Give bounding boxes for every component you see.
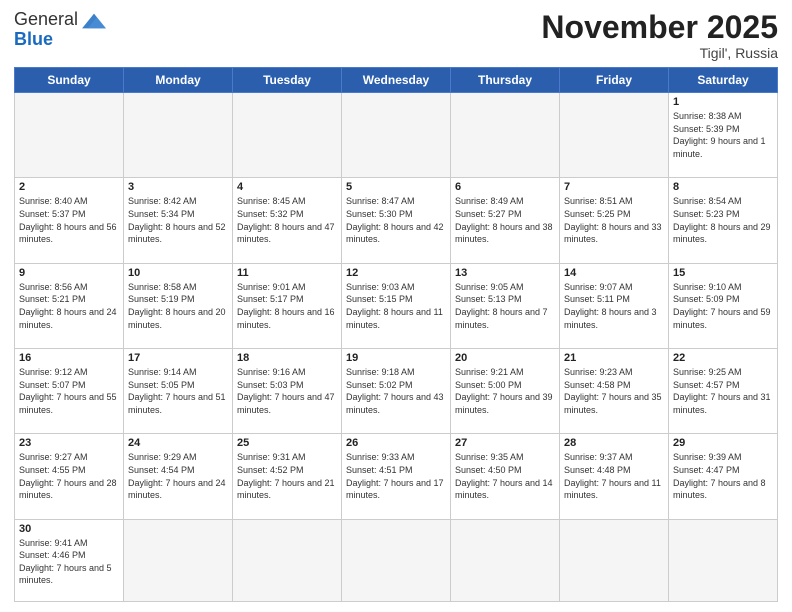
week-row-6: 30 Sunrise: 9:41 AM Sunset: 4:46 PM Dayl…: [15, 519, 778, 601]
day-26: 26 Sunrise: 9:33 AM Sunset: 4:51 PM Dayl…: [342, 434, 451, 519]
day-21: 21 Sunrise: 9:23 AM Sunset: 4:58 PM Dayl…: [560, 349, 669, 434]
empty-cell: [15, 93, 124, 178]
general-blue-icon: [80, 10, 108, 32]
empty-cell: [669, 519, 778, 601]
week-row-4: 16 Sunrise: 9:12 AM Sunset: 5:07 PM Dayl…: [15, 349, 778, 434]
day-11: 11 Sunrise: 9:01 AM Sunset: 5:17 PM Dayl…: [233, 263, 342, 348]
day-25: 25 Sunrise: 9:31 AM Sunset: 4:52 PM Dayl…: [233, 434, 342, 519]
day-14: 14 Sunrise: 9:07 AM Sunset: 5:11 PM Dayl…: [560, 263, 669, 348]
empty-cell: [560, 519, 669, 601]
month-title: November 2025: [541, 10, 778, 45]
empty-cell: [560, 93, 669, 178]
day-2: 2 Sunrise: 8:40 AM Sunset: 5:37 PM Dayli…: [15, 178, 124, 263]
day-22: 22 Sunrise: 9:25 AM Sunset: 4:57 PM Dayl…: [669, 349, 778, 434]
day-28: 28 Sunrise: 9:37 AM Sunset: 4:48 PM Dayl…: [560, 434, 669, 519]
day-9: 9 Sunrise: 8:56 AM Sunset: 5:21 PM Dayli…: [15, 263, 124, 348]
header-monday: Monday: [124, 68, 233, 93]
day-4: 4 Sunrise: 8:45 AM Sunset: 5:32 PM Dayli…: [233, 178, 342, 263]
empty-cell: [451, 93, 560, 178]
day-3: 3 Sunrise: 8:42 AM Sunset: 5:34 PM Dayli…: [124, 178, 233, 263]
title-block: November 2025 Tigil', Russia: [541, 10, 778, 61]
header-saturday: Saturday: [669, 68, 778, 93]
calendar-table: Sunday Monday Tuesday Wednesday Thursday…: [14, 67, 778, 602]
week-row-3: 9 Sunrise: 8:56 AM Sunset: 5:21 PM Dayli…: [15, 263, 778, 348]
day-16: 16 Sunrise: 9:12 AM Sunset: 5:07 PM Dayl…: [15, 349, 124, 434]
logo: General Blue: [14, 10, 108, 48]
empty-cell: [451, 519, 560, 601]
week-row-1: 1 Sunrise: 8:38 AM Sunset: 5:39 PM Dayli…: [15, 93, 778, 178]
day-18: 18 Sunrise: 9:16 AM Sunset: 5:03 PM Dayl…: [233, 349, 342, 434]
day-7: 7 Sunrise: 8:51 AM Sunset: 5:25 PM Dayli…: [560, 178, 669, 263]
empty-cell: [342, 519, 451, 601]
header-wednesday: Wednesday: [342, 68, 451, 93]
day-23: 23 Sunrise: 9:27 AM Sunset: 4:55 PM Dayl…: [15, 434, 124, 519]
empty-cell: [233, 93, 342, 178]
logo-text: General Blue: [14, 10, 108, 48]
week-row-5: 23 Sunrise: 9:27 AM Sunset: 4:55 PM Dayl…: [15, 434, 778, 519]
day-10: 10 Sunrise: 8:58 AM Sunset: 5:19 PM Dayl…: [124, 263, 233, 348]
empty-cell: [124, 519, 233, 601]
day-1: 1 Sunrise: 8:38 AM Sunset: 5:39 PM Dayli…: [669, 93, 778, 178]
weekday-header-row: Sunday Monday Tuesday Wednesday Thursday…: [15, 68, 778, 93]
day-30: 30 Sunrise: 9:41 AM Sunset: 4:46 PM Dayl…: [15, 519, 124, 601]
day-5: 5 Sunrise: 8:47 AM Sunset: 5:30 PM Dayli…: [342, 178, 451, 263]
day-13: 13 Sunrise: 9:05 AM Sunset: 5:13 PM Dayl…: [451, 263, 560, 348]
day-17: 17 Sunrise: 9:14 AM Sunset: 5:05 PM Dayl…: [124, 349, 233, 434]
location: Tigil', Russia: [541, 45, 778, 61]
header-friday: Friday: [560, 68, 669, 93]
day-12: 12 Sunrise: 9:03 AM Sunset: 5:15 PM Dayl…: [342, 263, 451, 348]
day-6: 6 Sunrise: 8:49 AM Sunset: 5:27 PM Dayli…: [451, 178, 560, 263]
week-row-2: 2 Sunrise: 8:40 AM Sunset: 5:37 PM Dayli…: [15, 178, 778, 263]
day-20: 20 Sunrise: 9:21 AM Sunset: 5:00 PM Dayl…: [451, 349, 560, 434]
day-24: 24 Sunrise: 9:29 AM Sunset: 4:54 PM Dayl…: [124, 434, 233, 519]
day-15: 15 Sunrise: 9:10 AM Sunset: 5:09 PM Dayl…: [669, 263, 778, 348]
header: General Blue November 2025 Tigil', Russi…: [14, 10, 778, 61]
header-thursday: Thursday: [451, 68, 560, 93]
empty-cell: [124, 93, 233, 178]
day-29: 29 Sunrise: 9:39 AM Sunset: 4:47 PM Dayl…: [669, 434, 778, 519]
day-27: 27 Sunrise: 9:35 AM Sunset: 4:50 PM Dayl…: [451, 434, 560, 519]
empty-cell: [342, 93, 451, 178]
header-sunday: Sunday: [15, 68, 124, 93]
day-8: 8 Sunrise: 8:54 AM Sunset: 5:23 PM Dayli…: [669, 178, 778, 263]
empty-cell: [233, 519, 342, 601]
day-19: 19 Sunrise: 9:18 AM Sunset: 5:02 PM Dayl…: [342, 349, 451, 434]
page: General Blue November 2025 Tigil', Russi…: [0, 0, 792, 612]
header-tuesday: Tuesday: [233, 68, 342, 93]
